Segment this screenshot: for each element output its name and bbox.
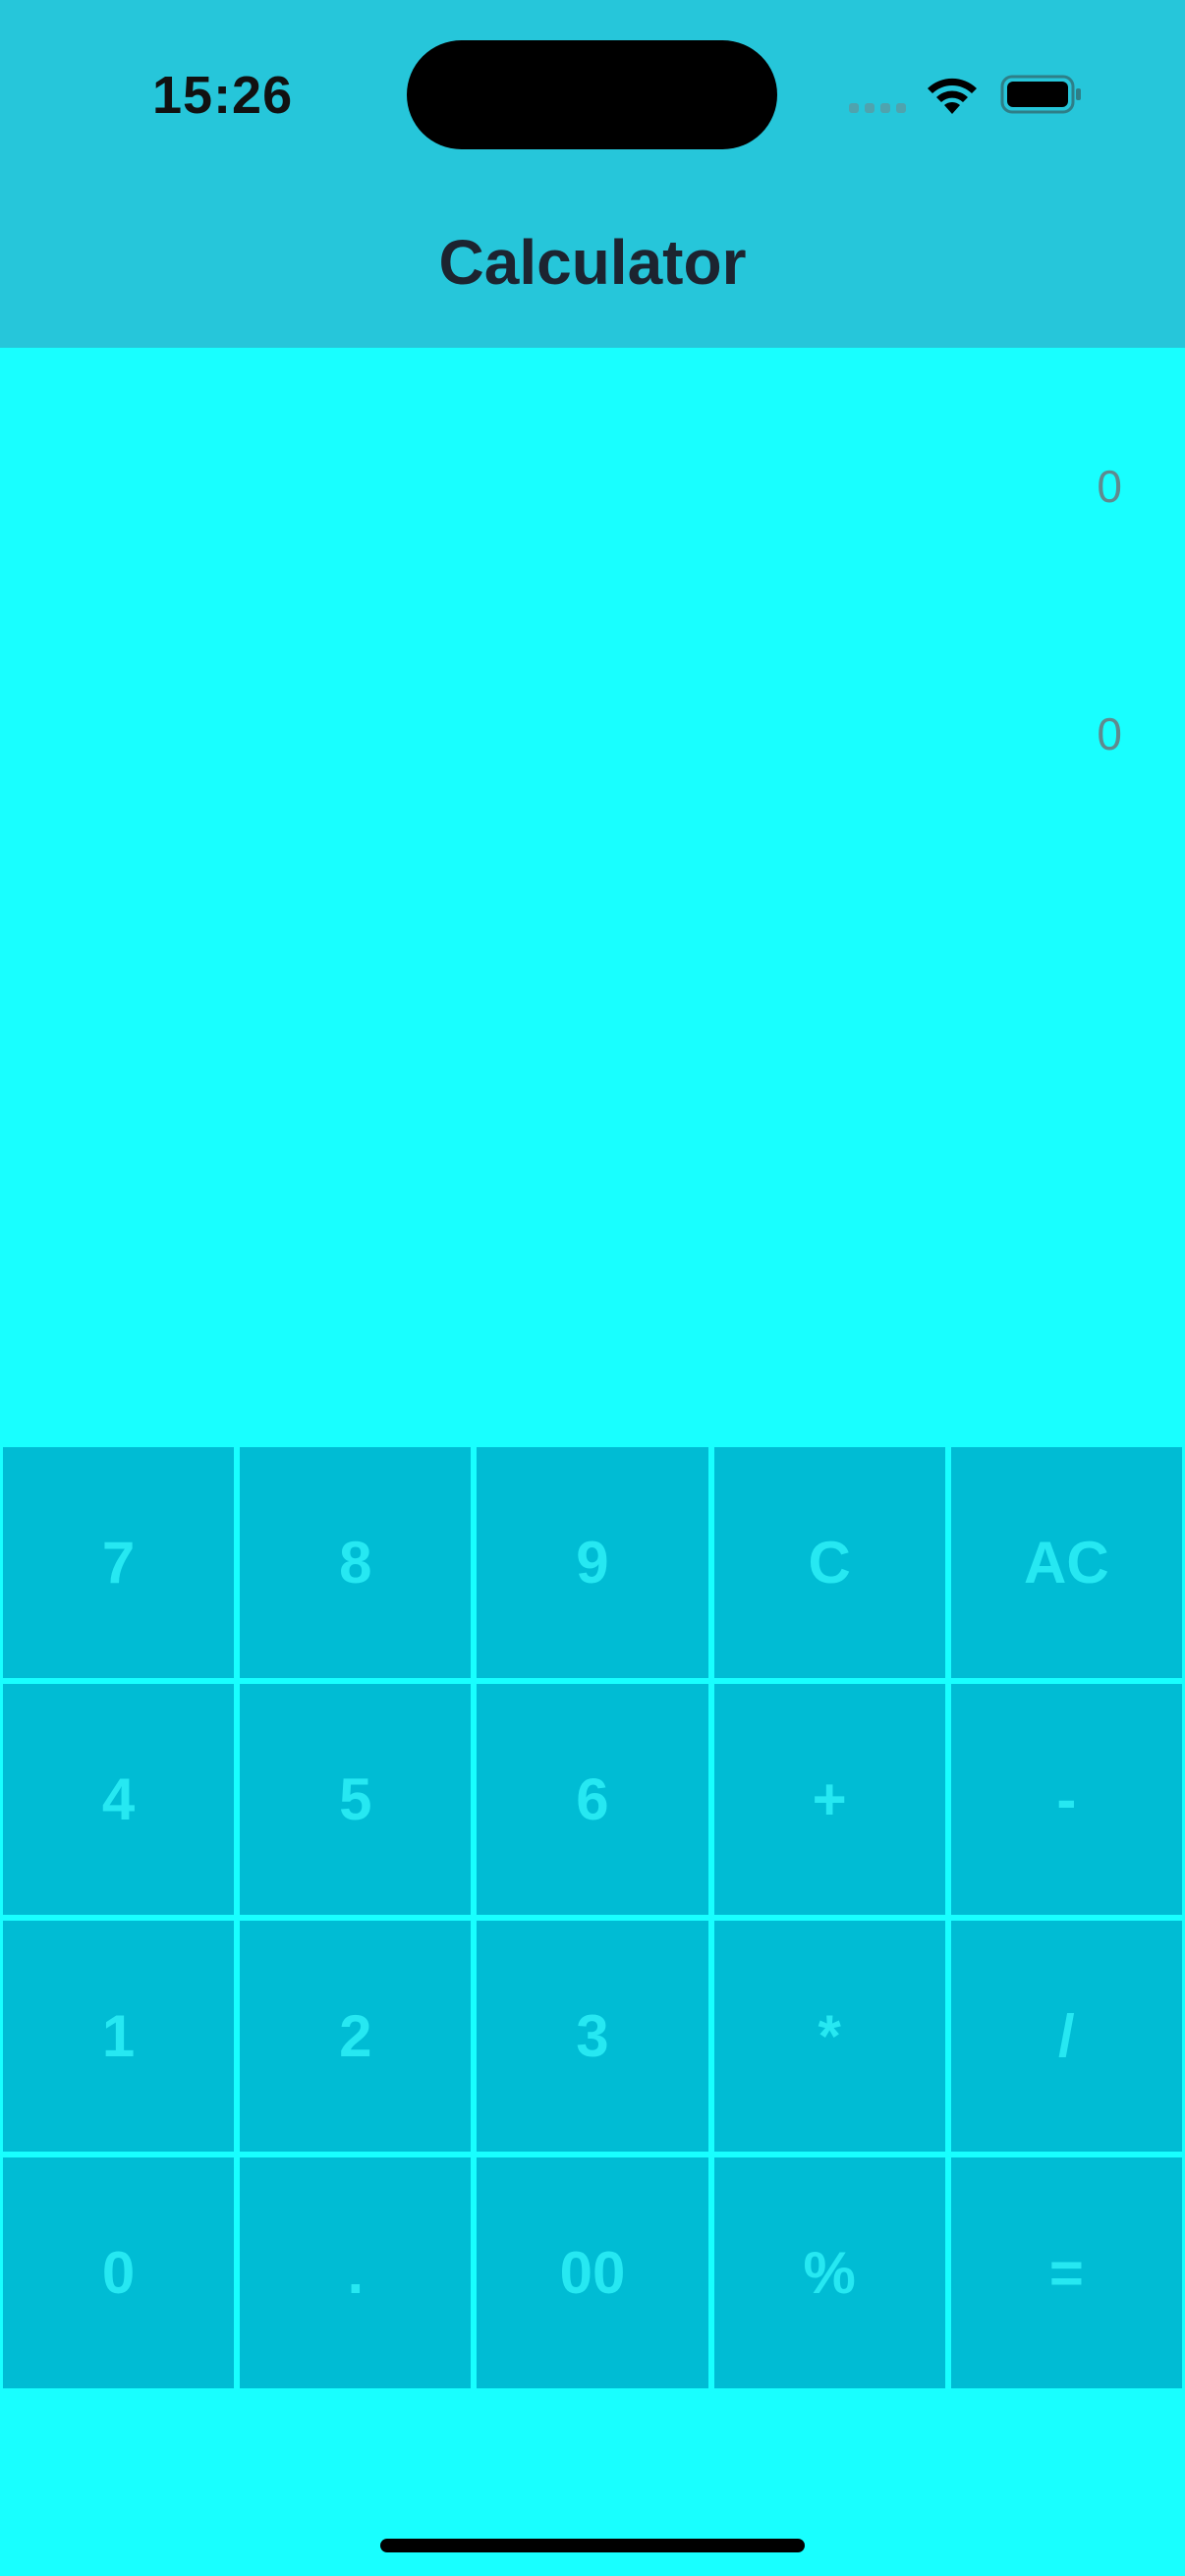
equals-button[interactable]: = xyxy=(950,2157,1182,2388)
dynamic-island xyxy=(407,40,777,149)
home-indicator[interactable] xyxy=(380,2539,805,2552)
multiply-button[interactable]: * xyxy=(713,1921,945,2152)
key-7[interactable]: 7 xyxy=(3,1447,235,1678)
key-3[interactable]: 3 xyxy=(477,1921,708,2152)
key-1[interactable]: 1 xyxy=(3,1921,235,2152)
status-time: 15:26 xyxy=(152,66,294,125)
result-display: 0 xyxy=(1097,708,1122,759)
divide-button[interactable]: / xyxy=(950,1921,1182,2152)
key-2[interactable]: 2 xyxy=(240,1921,472,2152)
all-clear-button[interactable]: AC xyxy=(950,1447,1182,1678)
page-title: Calculator xyxy=(438,227,747,298)
key-5[interactable]: 5 xyxy=(240,1684,472,1915)
key-double-zero[interactable]: 00 xyxy=(477,2157,708,2388)
app-header: 15:26 Calculator xyxy=(0,0,1185,348)
key-9[interactable]: 9 xyxy=(477,1447,708,1678)
wifi-icon xyxy=(928,78,977,114)
key-8[interactable]: 8 xyxy=(240,1447,472,1678)
key-6[interactable]: 6 xyxy=(477,1684,708,1915)
key-0[interactable]: 0 xyxy=(3,2157,235,2388)
clear-button[interactable]: C xyxy=(713,1447,945,1678)
add-button[interactable]: + xyxy=(713,1684,945,1915)
battery-icon xyxy=(1000,75,1081,114)
percent-button[interactable]: % xyxy=(713,2157,945,2388)
expression-display: 0 xyxy=(1097,461,1122,512)
keypad: 7 8 9 C AC 4 5 6 + - 1 2 3 * / 0 . 00 % … xyxy=(0,1444,1185,2391)
cellular-signal-icon xyxy=(849,103,906,113)
decimal-point-button[interactable]: . xyxy=(240,2157,472,2388)
subtract-button[interactable]: - xyxy=(950,1684,1182,1915)
key-4[interactable]: 4 xyxy=(3,1684,235,1915)
